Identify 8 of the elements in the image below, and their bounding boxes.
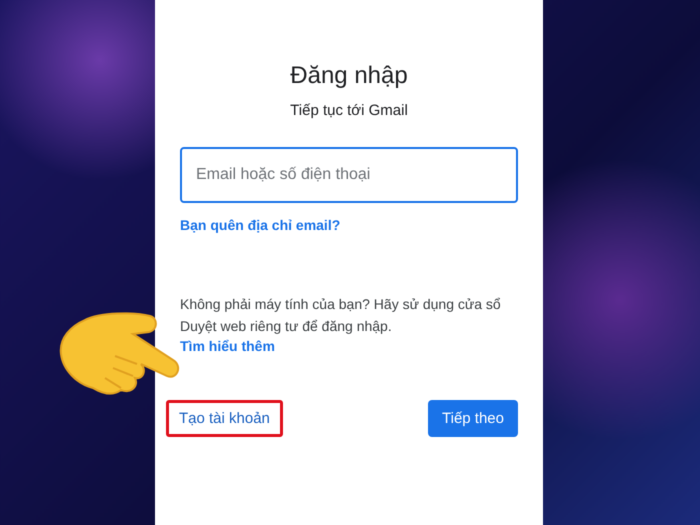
forgot-email-link[interactable]: Bạn quên địa chỉ email?	[180, 217, 340, 233]
email-field[interactable]: Email hoặc số điện thoại	[180, 147, 518, 203]
learn-more-link[interactable]: Tìm hiểu thêm	[180, 338, 275, 354]
next-button[interactable]: Tiếp theo	[428, 400, 518, 437]
page-subtitle: Tiếp tục tới Gmail	[289, 102, 409, 119]
page-title: Đăng nhập	[289, 62, 409, 90]
create-account-button[interactable]: Tạo tài khoản	[169, 403, 280, 434]
notice-text: Không phải máy tính của bạn? Hãy sử dụng cửa sổ Duyệt web riêng tư để đăng nhập.	[180, 295, 502, 336]
